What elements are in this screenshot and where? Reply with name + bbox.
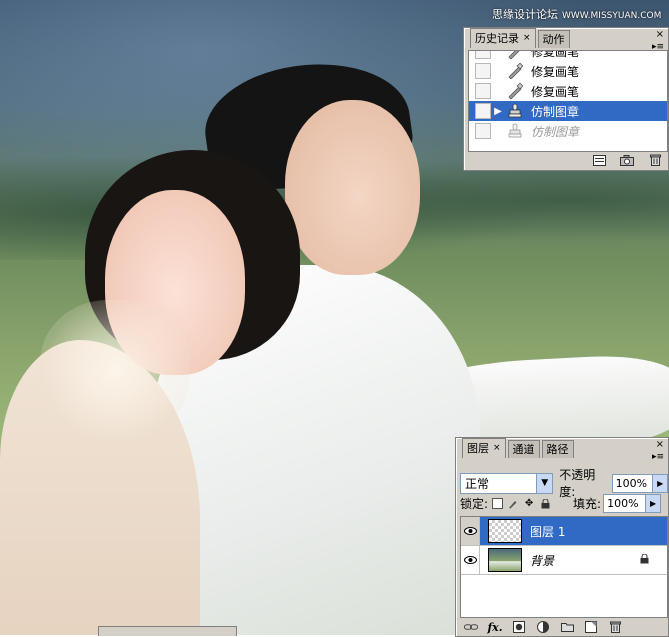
tab-channels[interactable]: 通道	[507, 440, 540, 458]
tab-channels-label: 通道	[512, 443, 535, 456]
layer-row-background[interactable]: 背景	[461, 546, 667, 575]
history-item-label: 修复画笔	[531, 64, 580, 79]
tab-paths-label: 路径	[546, 443, 569, 456]
history-item-label: 修复画笔	[531, 84, 580, 99]
snapshot-icon[interactable]	[620, 154, 634, 167]
delete-state-icon[interactable]	[648, 154, 662, 167]
history-source-checkbox[interactable]	[475, 51, 491, 59]
history-list[interactable]: 修复画笔 修复画笔 修复画笔 ▶ 仿制图章 仿制图章	[468, 50, 668, 152]
history-item-selected[interactable]: ▶ 仿制图章	[469, 101, 667, 121]
blend-mode-value: 正常	[465, 476, 490, 491]
layer-name: 图层 1	[530, 524, 566, 539]
history-item-label: 修复画笔	[531, 50, 580, 59]
history-state-pointer-icon: ▶	[494, 105, 502, 117]
blend-mode-select[interactable]: 正常 ▼	[460, 472, 554, 494]
layers-panel-tabs: 图层 × 通道 路径	[456, 438, 668, 458]
lock-all-icon[interactable]	[539, 498, 551, 510]
history-footer	[592, 152, 662, 168]
lock-options: ✥	[492, 497, 551, 510]
history-item[interactable]: 修复画笔	[469, 81, 667, 101]
new-layer-icon[interactable]	[584, 621, 598, 634]
history-source-checkbox[interactable]	[475, 123, 491, 139]
lock-image-brush-icon[interactable]	[507, 498, 519, 510]
opacity-slider-arrow-icon[interactable]: ▶	[653, 473, 668, 493]
chevron-down-icon[interactable]: ▼	[536, 473, 553, 493]
healing-brush-icon	[505, 63, 525, 79]
tab-layers[interactable]: 图层 ×	[462, 438, 506, 458]
adjustment-layer-icon[interactable]	[536, 621, 550, 634]
layers-panel-menu-icon[interactable]: ▸≡	[652, 452, 664, 462]
history-item[interactable]: 修复画笔	[469, 61, 667, 81]
tab-history-close-icon[interactable]: ×	[523, 29, 531, 48]
watermark: 思缘设计论坛 WWW.MISSYUAN.COM	[492, 6, 661, 22]
opacity-input[interactable]: 100%	[611, 473, 654, 493]
new-document-from-state-icon[interactable]	[592, 154, 606, 167]
tab-actions[interactable]: 动作	[537, 30, 570, 48]
clone-stamp-icon	[505, 123, 525, 139]
layers-panel-close-icon[interactable]: ×	[656, 439, 664, 450]
watermark-text: 思缘设计论坛	[492, 8, 558, 21]
layers-panel: × ▸≡ 图层 × 通道 路径 正常 ▼ 不透明度: 100% ▶ 锁定: ✥	[455, 437, 669, 637]
lock-fill-row: 锁定: ✥ 填充: 100% ▶	[460, 494, 662, 513]
layer-thumbnail	[488, 519, 522, 543]
history-item-label: 仿制图章	[531, 104, 580, 119]
layer-name: 背景	[530, 553, 555, 568]
layer-thumbnail	[488, 548, 522, 572]
tab-history[interactable]: 历史记录 ×	[470, 28, 536, 48]
history-item-undone[interactable]: 仿制图章	[469, 121, 667, 141]
layers-list[interactable]: 图层 1 背景	[460, 516, 668, 618]
tab-layers-close-icon[interactable]: ×	[493, 439, 501, 458]
history-source-checkbox[interactable]	[475, 63, 491, 79]
tab-history-label: 历史记录	[475, 32, 519, 45]
tab-actions-label: 动作	[542, 33, 565, 46]
visibility-eye-icon[interactable]	[461, 517, 480, 545]
fill-slider-arrow-icon[interactable]: ▶	[646, 494, 662, 513]
layer-lock-icon	[640, 553, 649, 567]
healing-brush-icon	[505, 83, 525, 99]
history-panel-close-icon[interactable]: ×	[656, 29, 664, 40]
watermark-url: WWW.MISSYUAN.COM	[562, 11, 662, 21]
groom-face	[285, 100, 420, 275]
fill-label: 填充:	[573, 497, 602, 511]
history-source-checkbox[interactable]	[475, 83, 491, 99]
new-group-icon[interactable]	[560, 621, 574, 634]
layer-row-layer1[interactable]: 图层 1	[461, 517, 667, 546]
history-panel: × ▸≡ 历史记录 × 动作 修复画笔 修复画笔 修复画笔 ▶ 仿制图章 仿制图…	[463, 27, 669, 171]
fill-input[interactable]: 100%	[603, 494, 647, 513]
lock-transparency-icon[interactable]	[492, 497, 504, 509]
link-layers-icon[interactable]	[464, 621, 478, 634]
layers-footer: fx.	[464, 619, 622, 635]
tab-layers-label: 图层	[467, 442, 489, 455]
tab-paths[interactable]: 路径	[541, 440, 574, 458]
history-panel-tabs: 历史记录 × 动作	[464, 28, 668, 48]
history-item-label: 仿制图章	[531, 124, 580, 139]
add-mask-icon[interactable]	[512, 621, 526, 634]
healing-brush-icon	[505, 51, 525, 59]
lock-label: 锁定:	[460, 497, 489, 511]
visibility-eye-icon[interactable]	[461, 546, 480, 574]
bride-ruffle-collar	[40, 300, 190, 440]
lock-position-move-icon[interactable]: ✥	[523, 498, 535, 510]
clone-stamp-icon	[505, 103, 525, 119]
history-source-checkbox[interactable]	[475, 103, 491, 119]
delete-layer-icon[interactable]	[608, 621, 622, 634]
fx-icon[interactable]: fx.	[487, 621, 502, 634]
history-item[interactable]: 修复画笔	[469, 50, 667, 61]
